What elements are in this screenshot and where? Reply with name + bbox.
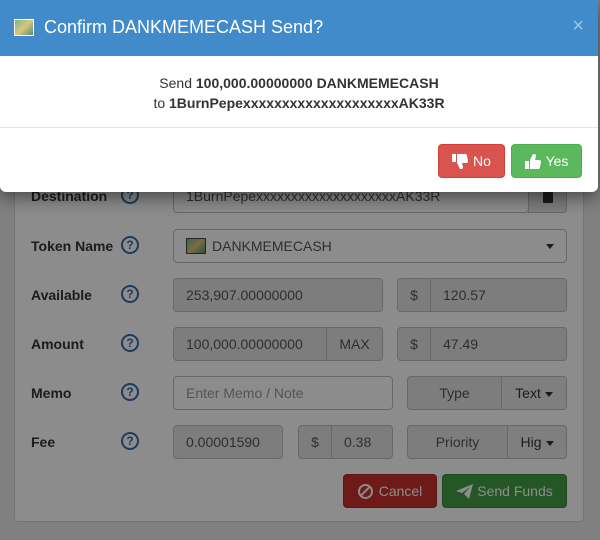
- to-prefix: to: [153, 95, 170, 111]
- modal-header: Confirm DANKMEMECASH Send? ×: [0, 0, 598, 56]
- thumbs-up-icon: [524, 154, 541, 169]
- modal-body: Send 100,000.00000000 DANKMEMECASH to 1B…: [0, 56, 598, 128]
- yes-button[interactable]: Yes: [511, 144, 582, 178]
- close-icon[interactable]: ×: [572, 15, 584, 38]
- confirm-send-modal: Confirm DANKMEMECASH Send? × Send 100,00…: [0, 0, 598, 192]
- yes-label: Yes: [545, 153, 569, 169]
- no-label: No: [473, 153, 491, 169]
- token-logo-icon: [14, 19, 34, 36]
- no-button[interactable]: No: [438, 144, 505, 178]
- thumbs-down-icon: [452, 154, 469, 169]
- modal-title: Confirm DANKMEMECASH Send?: [44, 17, 324, 37]
- send-amount: 100,000.00000000 DANKMEMECASH: [195, 75, 439, 91]
- send-destination-line: to 1BurnPepexxxxxxxxxxxxxxxxxxxxAK33R: [0, 93, 598, 113]
- send-address: 1BurnPepexxxxxxxxxxxxxxxxxxxxAK33R: [169, 95, 445, 111]
- modal-footer: No Yes: [0, 128, 598, 192]
- send-amount-line: Send 100,000.00000000 DANKMEMECASH: [0, 73, 598, 93]
- send-prefix: Send: [159, 75, 196, 91]
